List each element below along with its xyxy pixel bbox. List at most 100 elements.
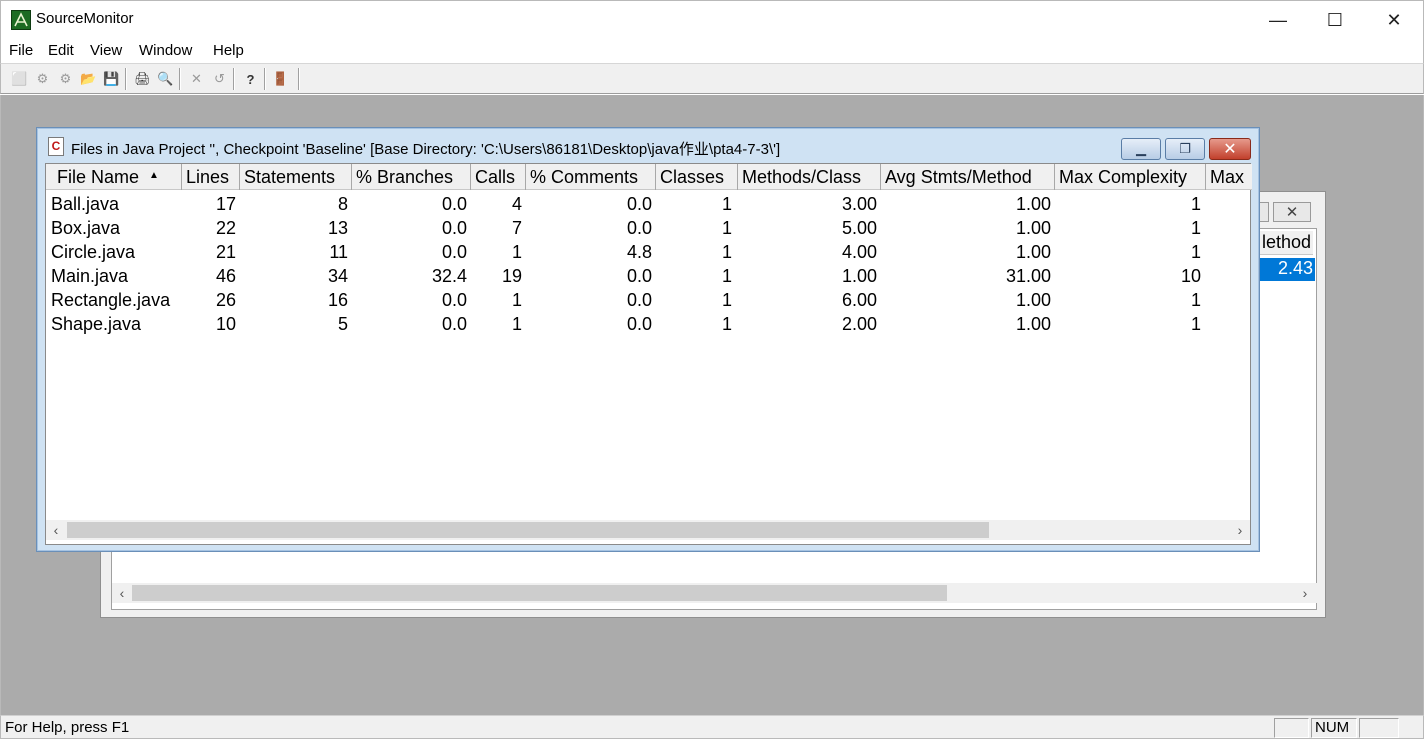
- delete-icon[interactable]: ✕: [185, 67, 208, 91]
- col-statements[interactable]: Statements: [240, 164, 352, 190]
- cell-avg-stmts: 1.00: [1015, 218, 1051, 238]
- back-horizontal-scrollbar[interactable]: ‹ ›: [112, 583, 1317, 603]
- col-classes[interactable]: Classes: [656, 164, 738, 190]
- toolbar-separator: [233, 68, 235, 90]
- status-help-text: For Help, press F1: [5, 719, 130, 736]
- col-comments[interactable]: % Comments: [526, 164, 656, 190]
- cell-calls: 1: [511, 314, 522, 334]
- cell-file-name: Main.java: [51, 266, 129, 286]
- col-methods-per-class[interactable]: Methods/Class: [738, 164, 881, 190]
- back-selected-cell[interactable]: 2.43: [1260, 258, 1315, 281]
- files-window-close-button[interactable]: ✕: [1209, 138, 1251, 160]
- cell-branches: 0.0: [441, 194, 467, 214]
- cell-methods-per-class: 1.00: [841, 266, 877, 286]
- files-horizontal-scrollbar[interactable]: ‹ ›: [46, 520, 1250, 540]
- table-row[interactable]: Rectangle.java 26 16 0.0 1 0.0 1 6.00 1.…: [46, 288, 1252, 312]
- cell-max-complexity: 1: [1190, 290, 1201, 310]
- cell-lines: 21: [215, 242, 236, 262]
- table-header: File Name ▲ Lines Statements % Branches C…: [46, 164, 1252, 190]
- cell-comments: 4.8: [626, 242, 652, 262]
- menu-file[interactable]: File: [9, 42, 33, 59]
- cell-methods-per-class: 4.00: [841, 242, 877, 262]
- toolbar-separator: [125, 68, 127, 90]
- menu-view[interactable]: View: [90, 42, 122, 59]
- col-max-complexity[interactable]: Max Complexity: [1055, 164, 1206, 190]
- status-panel-scroll: [1359, 718, 1399, 738]
- cell-branches: 0.0: [441, 290, 467, 310]
- cell-file-name: Shape.java: [51, 314, 142, 334]
- close-button[interactable]: ✕: [1365, 1, 1423, 39]
- cell-file-name: Rectangle.java: [51, 290, 171, 310]
- cell-statements: 5: [337, 314, 348, 334]
- menu-edit[interactable]: Edit: [48, 42, 74, 59]
- cell-lines: 17: [215, 194, 236, 214]
- cell-avg-stmts: 1.00: [1015, 194, 1051, 214]
- new-file-icon[interactable]: ⬜: [8, 67, 31, 91]
- toolbar-separator: [298, 68, 300, 90]
- toolbar: ⬜ ⚙ ⚙ 📂 💾 🖨 🔍 ✕ ↺ ? 🚪: [0, 63, 1424, 94]
- col-file-name[interactable]: File Name ▲: [46, 164, 182, 190]
- cell-lines: 22: [215, 218, 236, 238]
- files-window-title: Files in Java Project '', Checkpoint 'Ba…: [71, 141, 781, 158]
- cell-lines: 26: [215, 290, 236, 310]
- back-window-close-button[interactable]: ✕: [1273, 202, 1311, 222]
- table-row[interactable]: Circle.java 21 11 0.0 1 4.8 1 4.00 1.00 …: [46, 240, 1252, 264]
- cell-file-name: Circle.java: [51, 242, 136, 262]
- maximize-button[interactable]: ☐: [1306, 1, 1364, 39]
- files-scrollbar-thumb[interactable]: [67, 522, 989, 538]
- toolbar-separator: [179, 68, 181, 90]
- table-row[interactable]: Box.java 22 13 0.0 7 0.0 1 5.00 1.00 1: [46, 216, 1252, 240]
- open-folder-icon[interactable]: 📂: [77, 67, 100, 91]
- cell-statements: 8: [337, 194, 348, 214]
- back-scrollbar-thumb[interactable]: [132, 585, 947, 601]
- cell-branches: 0.0: [441, 314, 467, 334]
- cell-branches: 32.4: [431, 266, 467, 286]
- cell-branches: 0.0: [441, 218, 467, 238]
- scroll-left-icon[interactable]: ‹: [112, 583, 132, 603]
- minimize-button[interactable]: —: [1249, 1, 1307, 39]
- scroll-right-icon[interactable]: ›: [1230, 520, 1250, 540]
- table-row[interactable]: Ball.java 17 8 0.0 4 0.0 1 3.00 1.00 1: [46, 192, 1252, 216]
- col-max-partial[interactable]: Max: [1206, 164, 1252, 190]
- cell-avg-stmts: 1.00: [1015, 314, 1051, 334]
- context-help-icon[interactable]: ?: [239, 67, 262, 91]
- cell-methods-per-class: 5.00: [841, 218, 877, 238]
- col-avg-stmts-method[interactable]: Avg Stmts/Method: [881, 164, 1055, 190]
- col-branches[interactable]: % Branches: [352, 164, 471, 190]
- files-child-window[interactable]: C Files in Java Project '', Checkpoint '…: [36, 127, 1260, 552]
- scroll-right-icon[interactable]: ›: [1295, 583, 1315, 603]
- menu-bar: File Edit View Window Help: [0, 38, 1424, 63]
- table-row[interactable]: Main.java 46 34 32.4 19 0.0 1 1.00 31.00…: [46, 264, 1252, 288]
- cell-calls: 4: [511, 194, 522, 214]
- save-icon[interactable]: 💾: [100, 67, 123, 91]
- col-lines[interactable]: Lines: [182, 164, 240, 190]
- menu-window[interactable]: Window: [139, 42, 192, 59]
- multi-gear-icon[interactable]: ⚙: [54, 67, 77, 91]
- cell-branches: 0.0: [441, 242, 467, 262]
- back-column-header[interactable]: lethod: [1251, 231, 1313, 255]
- cell-comments: 0.0: [626, 218, 652, 238]
- files-window-titlebar[interactable]: C Files in Java Project '', Checkpoint '…: [39, 130, 1257, 162]
- undo-icon[interactable]: ↺: [208, 67, 231, 91]
- files-window-restore-button[interactable]: ❐: [1165, 138, 1205, 160]
- print-icon[interactable]: 🖨: [131, 67, 154, 91]
- app-title: SourceMonitor: [36, 10, 134, 27]
- scroll-left-icon[interactable]: ‹: [46, 520, 66, 540]
- cell-comments: 0.0: [626, 314, 652, 334]
- col-calls[interactable]: Calls: [471, 164, 526, 190]
- status-num-indicator: NUM: [1311, 718, 1357, 738]
- app-titlebar[interactable]: SourceMonitor — ☐ ✕: [0, 0, 1424, 38]
- cell-lines: 10: [215, 314, 236, 334]
- cell-classes: 1: [721, 194, 732, 214]
- files-table: File Name ▲ Lines Statements % Branches C…: [45, 163, 1252, 545]
- cell-statements: 13: [327, 218, 348, 238]
- table-row[interactable]: Shape.java 10 5 0.0 1 0.0 1 2.00 1.00 1: [46, 312, 1252, 336]
- cell-methods-per-class: 3.00: [841, 194, 877, 214]
- cell-avg-stmts: 1.00: [1015, 290, 1051, 310]
- files-window-minimize-button[interactable]: ▁: [1121, 138, 1161, 160]
- cell-file-name: Box.java: [51, 218, 121, 238]
- gear-icon[interactable]: ⚙: [31, 67, 54, 91]
- menu-help[interactable]: Help: [213, 42, 244, 59]
- print-preview-icon[interactable]: 🔍: [154, 67, 177, 91]
- exit-door-icon[interactable]: 🚪: [269, 67, 292, 91]
